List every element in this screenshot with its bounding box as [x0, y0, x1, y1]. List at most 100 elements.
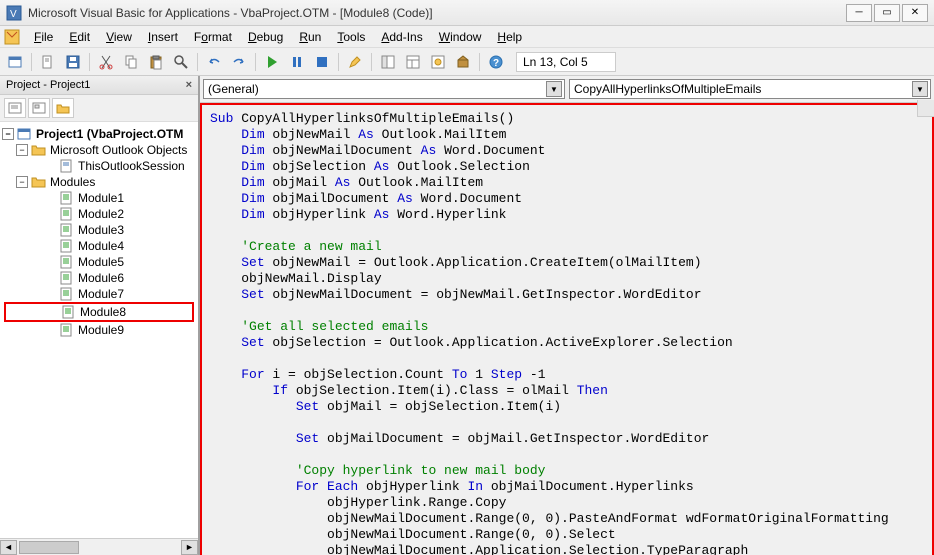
project-panel-close[interactable]: ×: [186, 79, 192, 91]
reset-button[interactable]: [311, 51, 333, 73]
menu-debug[interactable]: Debug: [240, 28, 291, 46]
tree-node-label: Microsoft Outlook Objects: [50, 143, 187, 157]
folder-icon: [31, 175, 47, 189]
save-button[interactable]: [62, 51, 84, 73]
tree-item-module3[interactable]: Module3: [2, 222, 196, 238]
object-dropdown-value: (General): [208, 82, 259, 96]
menu-window[interactable]: Window: [431, 28, 490, 46]
window-title: Microsoft Visual Basic for Applications …: [28, 6, 433, 20]
project-explorer-button[interactable]: [377, 51, 399, 73]
tree-folder-outlook-objects[interactable]: − Microsoft Outlook Objects: [2, 142, 196, 158]
tree-item-module6[interactable]: Module6: [2, 270, 196, 286]
menu-run[interactable]: Run: [291, 28, 329, 46]
mdi-controls: [917, 100, 934, 117]
run-button[interactable]: [261, 51, 283, 73]
tree-project-root[interactable]: − Project1 (VbaProject.OTM: [2, 126, 196, 142]
cut-button[interactable]: [95, 51, 117, 73]
object-browser-button[interactable]: [427, 51, 449, 73]
horizontal-scrollbar[interactable]: ◄ ►: [0, 538, 198, 555]
procedure-dropdown-value: CopyAllHyperlinksOfMultipleEmails: [574, 82, 761, 96]
project-explorer-panel: Project - Project1 × −Project1 (VbaProje…: [0, 76, 200, 555]
scroll-right-button[interactable]: ►: [181, 540, 198, 555]
code-dropdowns: (General) ▼ CopyAllHyperlinksOfMultipleE…: [200, 76, 934, 103]
menu-help[interactable]: Help: [489, 28, 530, 46]
toolbar: ? Ln 13, Col 5: [0, 48, 934, 76]
tree-node-label: Modules: [50, 175, 95, 189]
redo-button[interactable]: [228, 51, 250, 73]
module-icon: [61, 305, 77, 319]
tree-node-label: Project1 (VbaProject.OTM: [36, 127, 183, 141]
module-icon: [59, 239, 75, 253]
tree-item-module2[interactable]: Module2: [2, 206, 196, 222]
titlebar: V Microsoft Visual Basic for Application…: [0, 0, 934, 26]
menu-view[interactable]: View: [98, 28, 140, 46]
find-button[interactable]: [170, 51, 192, 73]
code-editor[interactable]: Sub CopyAllHyperlinksOfMultipleEmails() …: [200, 103, 934, 555]
tree-item-module1[interactable]: Module1: [2, 190, 196, 206]
tree-node-label: Module8: [80, 305, 126, 319]
module-icon: [59, 271, 75, 285]
insert-module-button[interactable]: [37, 51, 59, 73]
view-code-button[interactable]: [4, 98, 26, 118]
copy-button[interactable]: [120, 51, 142, 73]
tree-node-label: Module2: [78, 207, 124, 221]
break-button[interactable]: [286, 51, 308, 73]
tree-node-label: ThisOutlookSession: [78, 159, 185, 173]
view-object-button[interactable]: [28, 98, 50, 118]
paste-button[interactable]: [145, 51, 167, 73]
menubar: FileEditViewInsertFormatDebugRunToolsAdd…: [0, 26, 934, 48]
maximize-button[interactable]: ▭: [874, 4, 900, 22]
scroll-left-button[interactable]: ◄: [0, 540, 17, 555]
cursor-position: Ln 13, Col 5: [516, 52, 616, 72]
expand-toggle[interactable]: −: [16, 176, 28, 188]
module-icon: [59, 207, 75, 221]
module-icon: [59, 287, 75, 301]
undo-button[interactable]: [203, 51, 225, 73]
tree-node-label: Module1: [78, 191, 124, 205]
toggle-folders-button[interactable]: [52, 98, 74, 118]
help-button[interactable]: ?: [485, 51, 507, 73]
expand-toggle[interactable]: −: [2, 128, 14, 140]
object-dropdown[interactable]: (General) ▼: [203, 79, 565, 99]
tree-item-module5[interactable]: Module5: [2, 254, 196, 270]
module-icon: [59, 255, 75, 269]
project-tree[interactable]: −Project1 (VbaProject.OTM−Microsoft Outl…: [0, 122, 198, 538]
project-panel-title: Project - Project1: [6, 79, 90, 91]
design-mode-button[interactable]: [344, 51, 366, 73]
tree-item-thisoutlooksession[interactable]: ThisOutlookSession: [2, 158, 196, 174]
folder-icon: [31, 143, 47, 157]
class-icon: [59, 159, 75, 173]
tree-folder-modules[interactable]: − Modules: [2, 174, 196, 190]
menu-file[interactable]: File: [26, 28, 61, 46]
chevron-down-icon: ▼: [912, 81, 928, 97]
menu-insert[interactable]: Insert: [140, 28, 186, 46]
module-icon: [59, 323, 75, 337]
tree-node-label: Module4: [78, 239, 124, 253]
menu-add-ins[interactable]: Add-Ins: [373, 28, 430, 46]
close-button[interactable]: ✕: [902, 4, 928, 22]
tree-item-module4[interactable]: Module4: [2, 238, 196, 254]
tree-node-label: Module7: [78, 287, 124, 301]
tree-node-label: Module5: [78, 255, 124, 269]
procedure-dropdown[interactable]: CopyAllHyperlinksOfMultipleEmails ▼: [569, 79, 931, 99]
project-icon: [17, 127, 33, 141]
tree-item-module8[interactable]: Module8: [4, 302, 194, 322]
minimize-button[interactable]: ─: [846, 4, 872, 22]
app-icon: V: [6, 5, 22, 21]
tree-node-label: Module3: [78, 223, 124, 237]
toolbox-button[interactable]: [452, 51, 474, 73]
menu-edit[interactable]: Edit: [61, 28, 98, 46]
tree-item-module9[interactable]: Module9: [2, 322, 196, 338]
svg-text:?: ?: [493, 58, 499, 69]
menu-format[interactable]: Format: [186, 28, 240, 46]
expand-toggle[interactable]: −: [16, 144, 28, 156]
svg-text:V: V: [10, 9, 17, 20]
project-panel-toolbar: [0, 95, 198, 122]
tree-node-label: Module9: [78, 323, 124, 337]
properties-button[interactable]: [402, 51, 424, 73]
menu-tools[interactable]: Tools: [329, 28, 373, 46]
view-outlook-button[interactable]: [4, 51, 26, 73]
tree-item-module7[interactable]: Module7: [2, 286, 196, 302]
project-panel-header: Project - Project1 ×: [0, 76, 198, 95]
tree-node-label: Module6: [78, 271, 124, 285]
